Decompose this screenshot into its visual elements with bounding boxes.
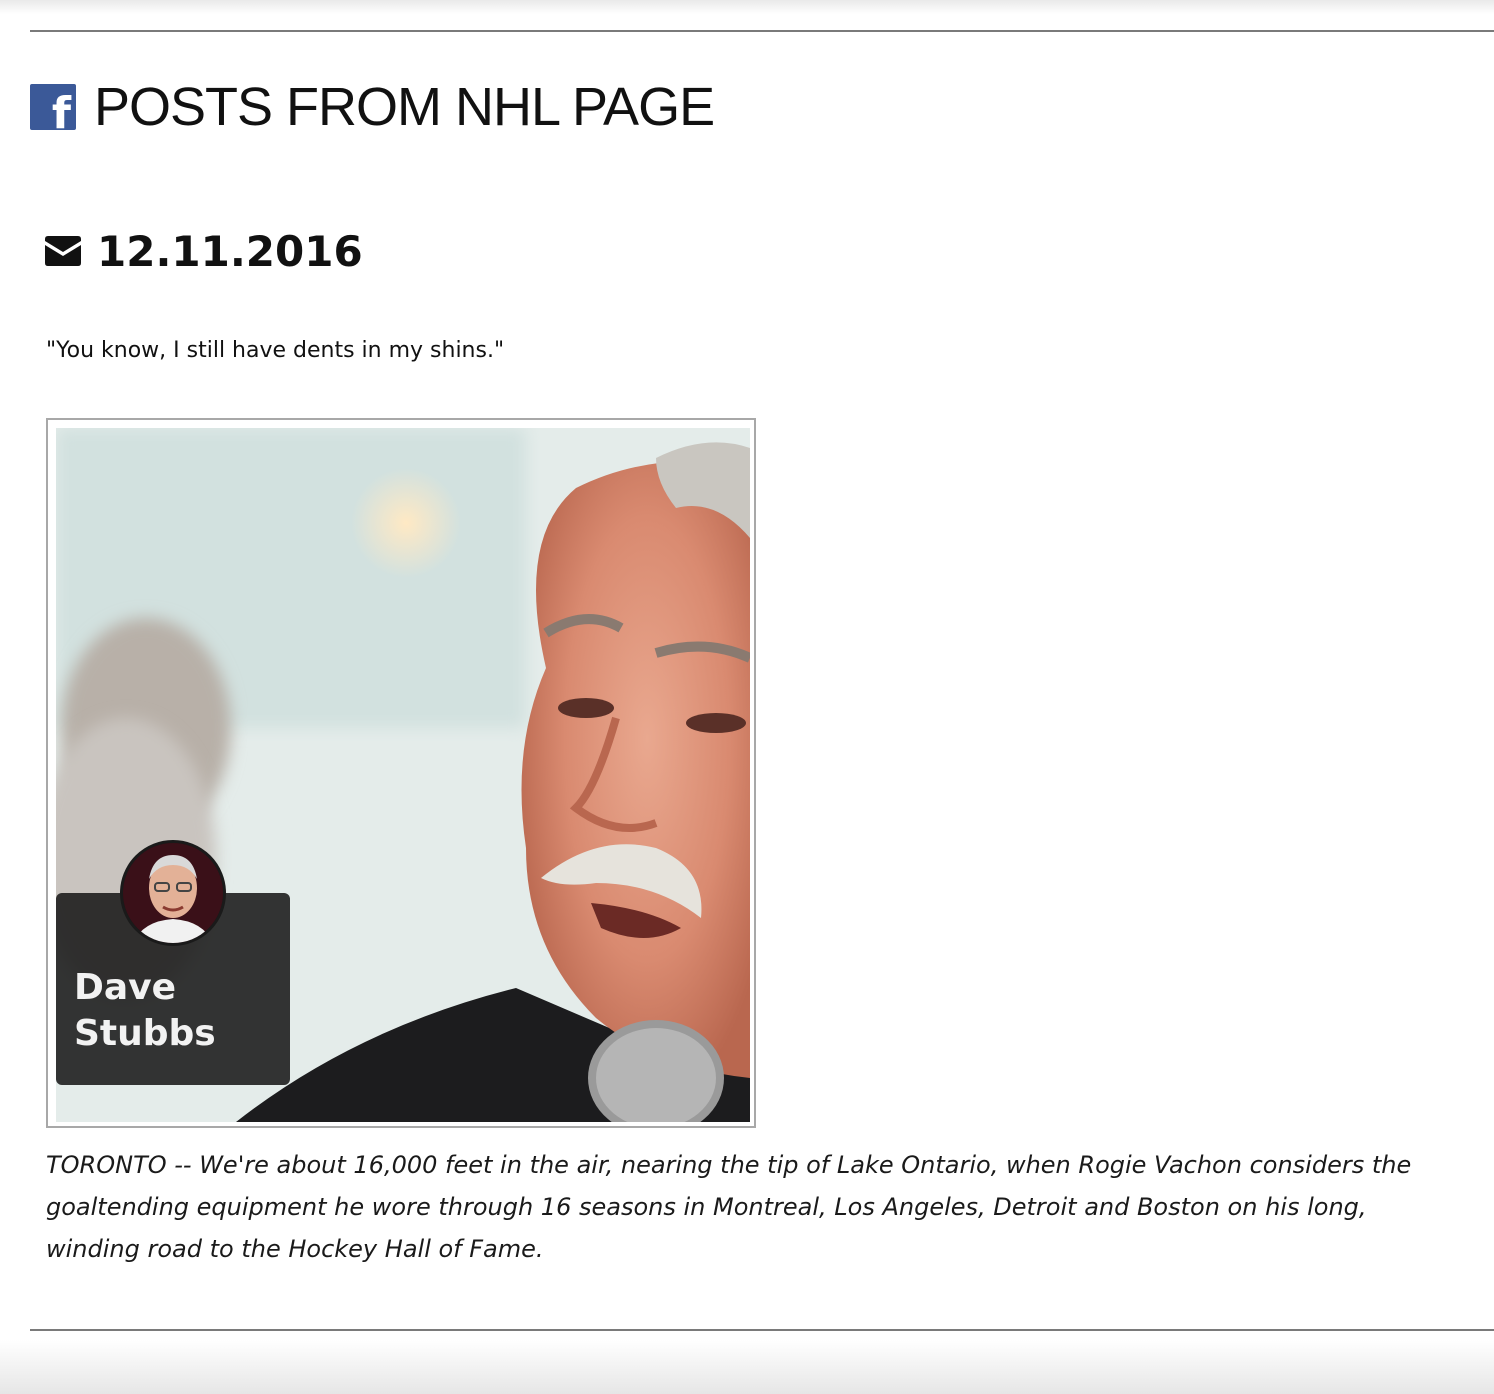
top-shadow (0, 0, 1494, 14)
post-image[interactable]: Dave Stubbs (56, 428, 750, 1122)
post-quote: "You know, I still have dents in my shin… (46, 338, 505, 363)
page-title: POSTS FROM NHL PAGE (94, 77, 715, 137)
envelope-icon (45, 236, 81, 266)
author-avatar (120, 840, 226, 946)
top-divider (30, 30, 1494, 32)
article-snippet: TORONTO -- We're about 16,000 feet in th… (46, 1151, 1412, 1263)
facebook-icon[interactable]: f (30, 84, 76, 136)
post-image-frame[interactable]: Dave Stubbs (46, 418, 756, 1128)
author-first-name: Dave (74, 967, 177, 1008)
section-header: f POSTS FROM NHL PAGE (30, 77, 715, 137)
post-date: 12.11.2016 (97, 226, 363, 276)
post-date-row: 12.11.2016 (45, 226, 363, 276)
author-name: Dave Stubbs (74, 965, 274, 1057)
bottom-divider (30, 1329, 1494, 1331)
bottom-shadow (0, 1340, 1494, 1394)
author-last-name: Stubbs (74, 1013, 216, 1054)
